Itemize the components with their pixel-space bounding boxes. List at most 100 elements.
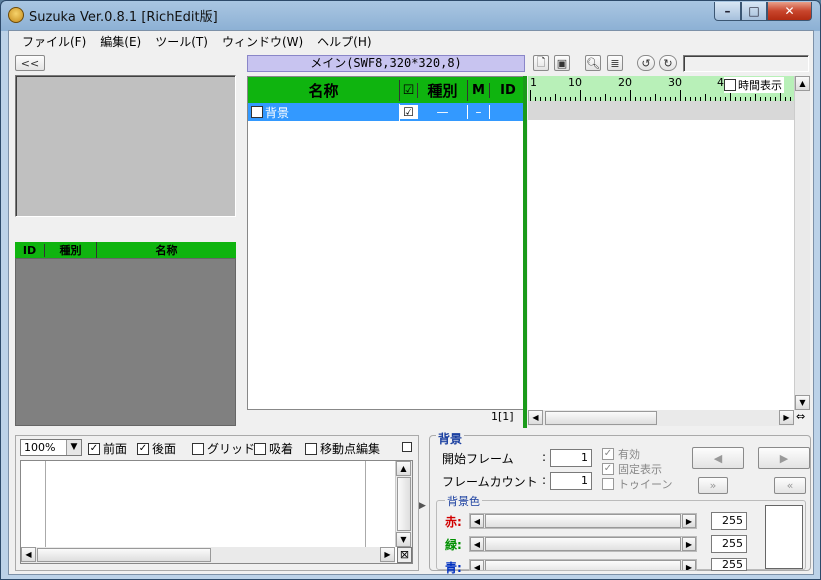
green-value[interactable]: 255 [711,535,747,553]
green-slider[interactable]: ◀ ▶ [469,536,697,552]
scroll-left-arrow[interactable]: ◀ [21,547,36,562]
snap-toggle[interactable]: 吸着 [254,440,293,457]
tween-toggle[interactable]: トゥイーン [602,476,672,492]
undo-button[interactable]: ↺ [637,55,655,71]
timeline-area[interactable] [528,120,794,410]
col-type[interactable]: 種別 [418,79,468,101]
red-value[interactable]: 255 [711,512,747,530]
enabled-checkbox[interactable]: ✓ [602,448,614,460]
panel-expand-icon[interactable]: ▶ [419,501,426,511]
new-doc-button[interactable]: 🗋 [533,55,549,71]
fixed-checkbox[interactable]: ✓ [602,463,614,475]
close-button[interactable]: ✕ [767,2,812,21]
col-name[interactable]: 名称 [248,79,400,101]
minimize-button[interactable]: – [714,2,741,21]
scroll-right-arrow[interactable]: ▶ [682,560,696,570]
extra-checkbox[interactable] [402,442,412,452]
hscroll-thumb[interactable] [545,411,657,425]
menu-window[interactable]: ウィンドウ(W) [215,31,310,51]
tween-label: トゥイーン [618,478,673,491]
time-display-toggle[interactable]: 時間表示 [724,77,784,93]
snap-checkbox[interactable] [254,442,266,455]
maximize-button[interactable]: □ [741,2,767,21]
scroll-right-arrow[interactable]: ▶ [682,537,696,551]
menu-help[interactable]: ヘルプ(H) [310,31,378,51]
forward-button[interactable]: » [698,477,728,494]
menu-file[interactable]: ファイル(F) [15,31,93,51]
collapse-button[interactable]: << [15,55,45,71]
redo-icon: ↻ [663,56,673,70]
prev-keyframe-button[interactable]: ◀ [692,447,744,469]
front-checkbox[interactable]: ✓ [88,442,100,455]
scroll-up-arrow[interactable]: ▲ [795,76,810,91]
blue-slider[interactable]: ◀ ▶ [469,559,697,571]
vscroll-thumb[interactable] [397,477,411,531]
search-button[interactable]: 🔍︎ [585,55,601,71]
enabled-toggle[interactable]: ✓ 有効 [602,446,640,462]
timeline-row-bg[interactable] [528,101,794,120]
zoom-fit-icon[interactable]: ⊠ [397,547,412,563]
notes-button[interactable]: ≣ [607,55,623,71]
back-button[interactable]: « [774,477,806,494]
canvas-vscroll[interactable]: ▲ ▼ [395,461,412,547]
blue-slider-thumb[interactable] [485,560,681,570]
red-slider-thumb[interactable] [485,514,681,528]
green-slider-thumb[interactable] [485,537,681,551]
row-visible-checkbox[interactable]: ☑ [400,105,418,119]
scroll-down-arrow[interactable]: ▼ [396,532,411,547]
col-id[interactable]: ID [15,243,45,257]
col-m[interactable]: M [468,82,490,98]
frame-count-input[interactable]: 1 [550,472,592,490]
row-name: 背景 [265,105,290,120]
front-toggle[interactable]: ✓ 前面 [88,440,127,457]
frame-count-colon: : [542,473,547,487]
blue-value[interactable]: 255 [711,558,747,571]
scroll-right-arrow[interactable]: ▶ [682,514,696,528]
properties-title: 背景 [436,430,465,447]
zoom-select[interactable]: 100% ▼ [20,439,82,456]
grid-toggle[interactable]: グリッド [192,440,255,457]
scroll-down-arrow[interactable]: ▼ [795,395,810,410]
col-type[interactable]: 種別 [45,242,97,258]
col-name[interactable]: 名称 [97,242,236,258]
move-edit-checkbox[interactable] [305,442,317,455]
col-id[interactable]: ID [490,83,526,98]
scroll-left-arrow[interactable]: ◀ [528,410,543,425]
time-display-checkbox[interactable] [724,79,736,91]
col-check-icon[interactable]: ☑ [400,82,418,98]
fixed-toggle[interactable]: ✓ 固定表示 [602,461,662,477]
hscroll-thumb[interactable] [37,548,211,562]
save-button[interactable]: ▣ [554,55,570,71]
scroll-left-arrow[interactable]: ◀ [470,560,484,570]
object-list[interactable] [15,258,236,426]
menu-tools[interactable]: ツール(T) [148,31,215,51]
scroll-up-arrow[interactable]: ▲ [396,461,411,476]
back-toggle[interactable]: ✓ 後面 [137,440,176,457]
tween-checkbox[interactable] [602,478,614,490]
back-checkbox[interactable]: ✓ [137,442,149,455]
start-frame-input[interactable]: 1 [550,449,592,467]
grid-checkbox[interactable] [192,442,204,455]
scroll-left-arrow[interactable]: ◀ [470,514,484,528]
resize-icon[interactable]: ⇔ [796,410,805,423]
timeline-hscroll[interactable]: ◀ ▶ [528,410,794,426]
canvas-view[interactable]: ▲ ▼ ◀ ▶ ⊠ [20,460,413,564]
table-row[interactable]: 背景 ☑ — – [248,103,526,121]
splitter[interactable] [523,76,527,428]
move-edit-label: 移動点編集 [320,442,381,456]
red-label: 赤: [445,515,462,529]
next-keyframe-button[interactable]: ▶ [758,447,810,469]
undo-icon: ↺ [641,56,651,70]
scroll-right-arrow[interactable]: ▶ [779,410,794,425]
timeline-vscroll[interactable]: ▲ ▼ [794,76,810,410]
redo-button[interactable]: ↻ [659,55,677,71]
scroll-left-arrow[interactable]: ◀ [470,537,484,551]
menu-edit[interactable]: 編集(E) [93,31,148,51]
canvas-hscroll[interactable]: ◀ ▶ [21,547,395,563]
scroll-right-arrow[interactable]: ▶ [380,547,395,562]
title-bar[interactable]: Suzuka Ver.0.8.1 [RichEdit版] – □ ✕ [1,1,820,29]
chevron-down-icon[interactable]: ▼ [66,440,81,455]
move-edit-toggle[interactable]: 移動点編集 [305,440,380,457]
row-select-checkbox[interactable] [251,106,263,118]
red-slider[interactable]: ◀ ▶ [469,513,697,529]
